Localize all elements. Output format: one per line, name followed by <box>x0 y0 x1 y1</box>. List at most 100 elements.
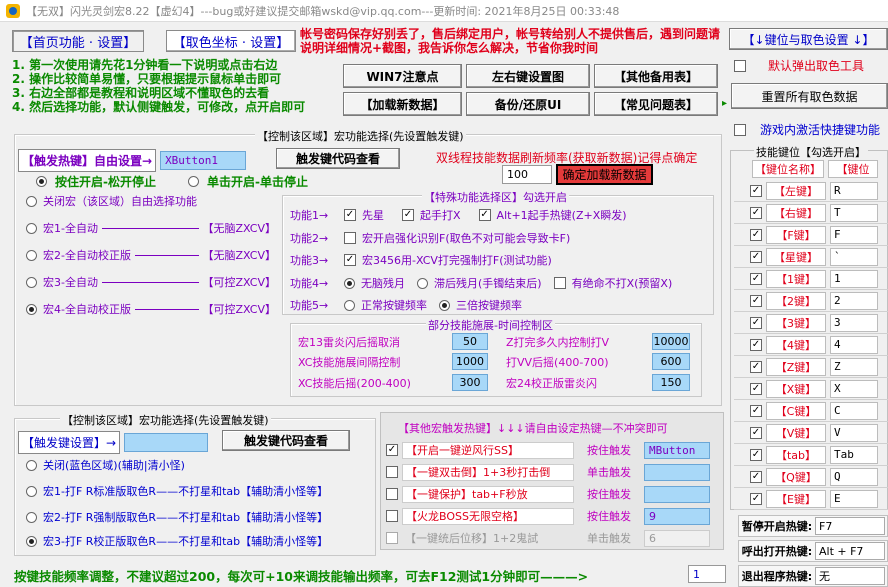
lower-radio[interactable] <box>26 511 37 523</box>
activate-checkbox[interactable] <box>734 123 746 136</box>
key-value-input[interactable]: T <box>830 203 878 222</box>
hotkey-checkbox[interactable] <box>386 510 398 522</box>
key-checkbox[interactable]: ✓ <box>750 426 762 439</box>
key-value-input[interactable]: 1 <box>830 269 878 288</box>
hotkey-input[interactable] <box>644 485 710 503</box>
key-checkbox[interactable]: ✓ <box>750 360 762 373</box>
timing-input[interactable]: 600 <box>652 353 690 370</box>
key-value-input[interactable]: 4 <box>830 335 878 354</box>
lower-trigger-input[interactable] <box>124 433 209 452</box>
special-radio[interactable] <box>417 277 428 289</box>
timing-input[interactable]: 300 <box>452 374 488 391</box>
lower-option-2[interactable]: 宏2-打F R强制版取色R—— 不打星和tab【辅助清小怪等】 <box>26 509 328 525</box>
timing-input[interactable]: 1000 <box>452 353 488 370</box>
special-checkbox[interactable]: ✓ <box>478 209 491 221</box>
key-checkbox[interactable]: ✓ <box>750 316 762 329</box>
tab-home-settings[interactable]: 【首页功能 · 设置】 <box>12 30 144 52</box>
show-hotkey-input[interactable]: Alt + F7 <box>815 542 885 560</box>
trigger-key-input[interactable]: XButton1 <box>160 151 247 170</box>
hotkey-input[interactable]: MButton <box>644 441 710 459</box>
key-checkbox[interactable]: ✓ <box>750 272 762 285</box>
faq-table-button[interactable]: 【常见问题表】 <box>594 92 718 116</box>
popup-tool-option[interactable]: 默认弹出取色工具 <box>734 57 864 74</box>
key-checkbox[interactable]: ✓ <box>750 492 762 505</box>
confirm-load-button[interactable]: 确定加载新数据 <box>556 164 653 185</box>
exit-hotkey-input[interactable]: 无 <box>815 567 885 585</box>
key-value-input[interactable]: Tab <box>830 445 878 464</box>
trigger-code-button[interactable]: 触发键代码查看 <box>276 148 400 169</box>
mode-hold-option[interactable]: 按住开启-松开停止 <box>36 173 156 190</box>
key-checkbox[interactable]: ✓ <box>750 228 762 241</box>
macro-radio[interactable] <box>26 195 37 207</box>
key-value-input[interactable]: 3 <box>830 313 878 332</box>
hotkey-checkbox[interactable]: ✓ <box>386 444 398 456</box>
lower-radio[interactable] <box>26 485 37 497</box>
lower-option-1[interactable]: 宏1-打F R标准版取色R—— 不打星和tab【辅助清小怪等】 <box>26 483 328 499</box>
keyset-color-button[interactable]: 【↓键位与取色设置 ↓】 <box>729 28 888 50</box>
load-data-button[interactable]: 【加载新数据】 <box>343 92 462 116</box>
lower-trigger-code-button[interactable]: 触发键代码查看 <box>222 430 350 451</box>
key-value-input[interactable]: 2 <box>830 291 878 310</box>
key-value-input[interactable]: X <box>830 379 878 398</box>
key-checkbox[interactable]: ✓ <box>750 382 762 395</box>
backup-table-button[interactable]: 【其他备用表】 <box>594 64 718 88</box>
key-checkbox[interactable]: ✓ <box>750 338 762 351</box>
win7-notes-button[interactable]: WIN7注意点 <box>343 64 462 88</box>
hotkey-input[interactable]: 6 <box>644 529 710 547</box>
key-value-input[interactable]: C <box>830 401 878 420</box>
key-checkbox[interactable]: ✓ <box>750 184 762 197</box>
hotkey-checkbox[interactable] <box>386 532 398 544</box>
macro-radio[interactable] <box>26 303 37 315</box>
activate-hotkey-option[interactable]: 游戏内激活快捷键功能 <box>734 121 880 138</box>
macro-option-4[interactable]: 宏4-全自动校正版 【可控ZXCV】 <box>26 301 276 317</box>
popup-checkbox[interactable] <box>734 59 746 72</box>
lower-option-off[interactable]: 关闭(蓝色区域)(辅助|清小怪) <box>26 457 185 473</box>
hotkey-checkbox[interactable] <box>386 466 398 478</box>
key-value-input[interactable]: V <box>830 423 878 442</box>
key-checkbox[interactable]: ✓ <box>750 470 762 483</box>
hotkey-checkbox[interactable] <box>386 488 398 500</box>
special-checkbox[interactable] <box>553 277 566 289</box>
lower-option-3[interactable]: 宏3-打F R校正版取色R—— 不打星和tab【辅助清小怪等】 <box>26 533 328 549</box>
key-value-input[interactable]: F <box>830 225 878 244</box>
timing-input[interactable]: 10000 <box>652 333 690 350</box>
key-checkbox[interactable]: ✓ <box>750 448 762 461</box>
macro-radio[interactable] <box>26 222 37 234</box>
special-radio[interactable] <box>439 299 450 311</box>
backup-restore-button[interactable]: 备份/还原UI <box>466 92 590 116</box>
frequency-input[interactable]: 1 <box>688 565 726 583</box>
macro-radio[interactable] <box>26 249 37 261</box>
key-checkbox[interactable]: ✓ <box>750 250 762 263</box>
key-value-input[interactable]: E <box>830 489 878 508</box>
reset-colors-button[interactable]: 重置所有取色数据 <box>731 83 888 109</box>
key-value-input[interactable]: Z <box>830 357 878 376</box>
lower-radio[interactable] <box>26 535 37 547</box>
special-checkbox[interactable] <box>344 232 356 244</box>
macro-option-2[interactable]: 宏2-全自动校正版 【无脑ZXCV】 <box>26 247 276 263</box>
mode-hold-radio[interactable] <box>36 176 47 187</box>
freq-input[interactable]: 100 <box>502 165 552 184</box>
key-value-input[interactable]: R <box>830 181 878 200</box>
timing-input[interactable]: 50 <box>452 333 488 350</box>
key-checkbox[interactable]: ✓ <box>750 206 762 219</box>
mode-click-radio[interactable] <box>188 176 199 187</box>
lower-radio[interactable] <box>26 459 37 471</box>
mode-click-option[interactable]: 单击开启-单击停止 <box>188 173 308 190</box>
special-radio[interactable] <box>344 277 355 289</box>
tab-color-coords[interactable]: 【取色坐标 · 设置】 <box>166 30 296 52</box>
lr-key-image-button[interactable]: 左右键设置图 <box>466 64 590 88</box>
hotkey-input[interactable]: 9 <box>644 507 710 525</box>
special-radio[interactable] <box>344 299 355 311</box>
special-checkbox[interactable]: ✓ <box>402 209 414 221</box>
special-checkbox[interactable]: ✓ <box>344 254 356 266</box>
special-checkbox[interactable]: ✓ <box>344 209 356 221</box>
key-checkbox[interactable]: ✓ <box>750 294 762 307</box>
macro-option-off[interactable]: 关闭宏（该区域）自由选择功能 <box>26 193 276 209</box>
macro-option-3[interactable]: 宏3-全自动 【可控ZXCV】 <box>26 274 276 290</box>
macro-radio[interactable] <box>26 276 37 288</box>
key-value-input[interactable]: ` <box>830 247 878 266</box>
hotkey-input[interactable] <box>644 463 710 481</box>
macro-option-1[interactable]: 宏1-全自动 【无脑ZXCV】 <box>26 220 276 236</box>
key-checkbox[interactable]: ✓ <box>750 404 762 417</box>
timing-input[interactable]: 150 <box>652 374 690 391</box>
